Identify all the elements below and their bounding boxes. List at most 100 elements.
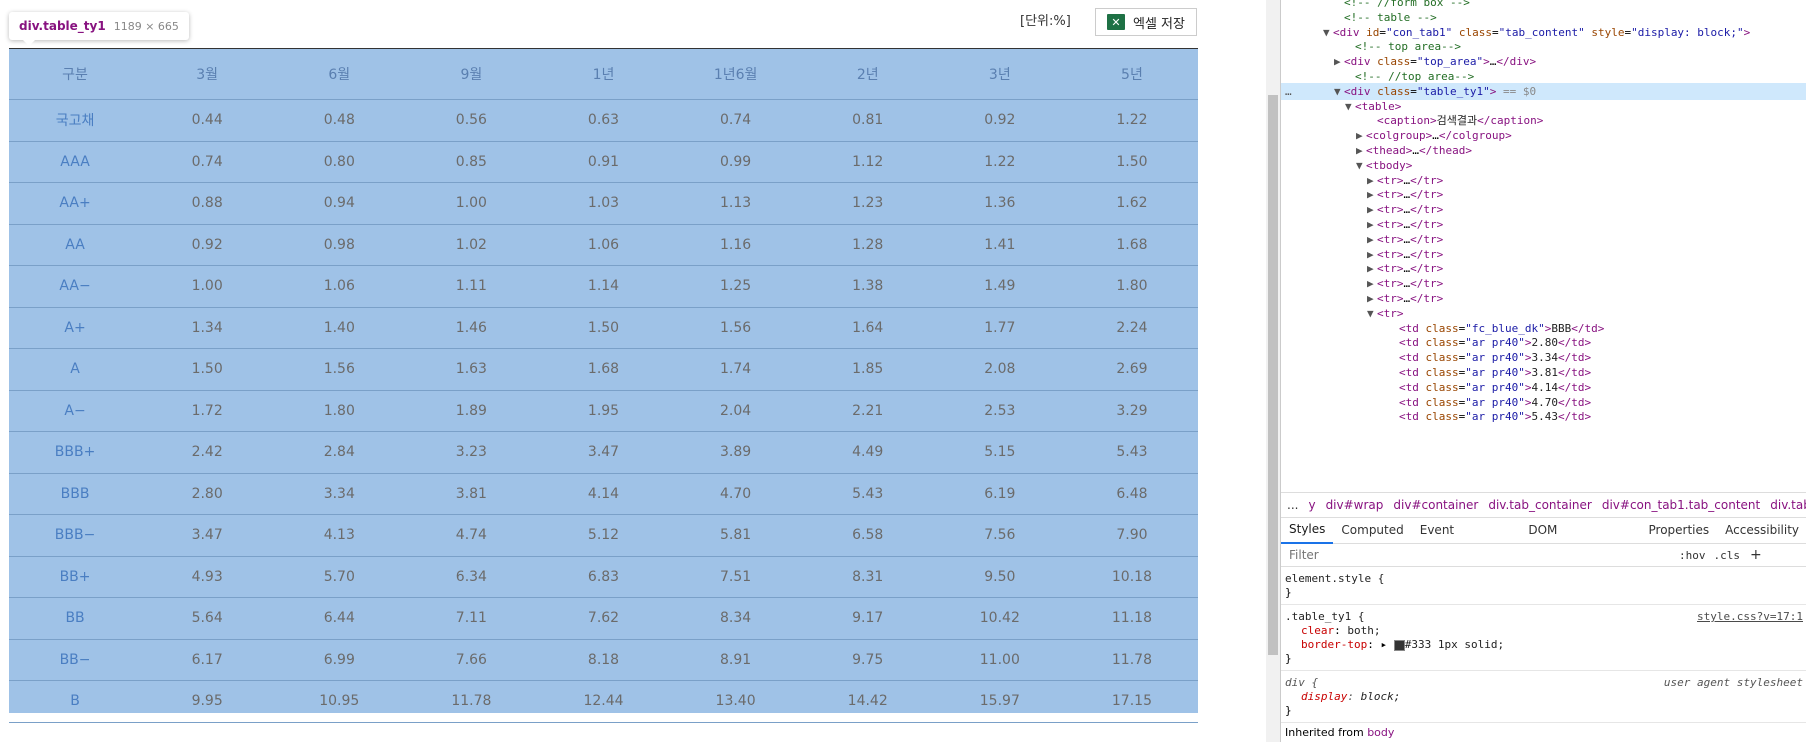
tooltip-dimensions: 1189 × 665 [113,19,179,33]
inherited-from-link[interactable]: body [1367,726,1394,739]
breadcrumb-item[interactable]: div.table_ty1 [1770,498,1806,512]
yield-cell: 0.74 [669,99,802,142]
yield-cell: 1.46 [405,307,538,349]
yield-cell: 5.12 [537,514,670,557]
page-scrollbar[interactable] [1266,0,1280,742]
yield-cell: 0.94 [273,182,406,225]
yield-cell: 6.34 [405,556,538,598]
table-row: BB− 6.17 6.99 7.66 8.18 8.91 9.75 11.00 11.78 [9,639,1198,681]
yield-cell: 1.50 [537,307,670,349]
yield-cell: 8.34 [669,597,802,640]
table-ty1-rule-source[interactable]: style.css?v=17:1 [1697,610,1803,624]
yield-cell: 12.44 [537,680,670,723]
cls-toggle[interactable]: .cls [1714,549,1741,562]
yield-cell: 11.78 [405,680,538,723]
prop-name: border-top [1301,638,1368,651]
yield-cell: 3.89 [669,431,802,474]
table-header-row: 구분 3월 6월 9월 1년 1년6월 2년 3년 5년 [9,49,1198,100]
yield-cell: 0.48 [273,99,406,142]
column-header: 9월 [405,49,538,100]
yield-cell: 1.50 [1065,141,1198,183]
yield-cell: 7.90 [1065,514,1198,557]
devtools-panel: <!-- //form box --> <!-- table --> ▼ <div i… [1280,0,1806,742]
grade-cell: AA+ [9,182,142,225]
web-page: div.table_ty1 1189 × 665 [단위:%] ✕ 엑셀 저장 … [0,0,1280,742]
yield-cell: 9.50 [933,556,1066,598]
yield-cell: 4.70 [669,473,802,515]
grade-cell: BB+ [9,556,142,598]
yield-cell: 7.11 [405,597,538,640]
yield-cell: 11.78 [1065,639,1198,681]
tab-dom-breakpoints[interactable]: DOM Breakpoints [1520,517,1640,563]
breadcrumb-item[interactable]: div#con_tab1.tab_content [1602,498,1760,512]
tab-properties[interactable]: Properties [1641,517,1718,543]
dom-node-content: <tr>…</tr> [1377,247,1444,261]
tab-event-listeners[interactable]: Event Listeners [1412,517,1521,563]
yield-cell: 1.36 [933,182,1066,225]
yield-cell: 2.42 [141,431,274,474]
yield-cell: 5.43 [801,473,934,515]
yield-cell: 4.74 [405,514,538,557]
dom-node-content: <div class="table_ty1"> == $0 [1344,84,1537,98]
tab-accessibility[interactable]: Accessibility [1717,517,1806,543]
yield-cell: 8.18 [537,639,670,681]
yield-cell: 1.68 [537,348,670,391]
grade-cell: B [9,680,142,723]
grade-cell: BB− [9,639,142,681]
yield-cell: 5.64 [141,597,274,640]
yield-cell: 7.62 [537,597,670,640]
excel-icon: ✕ [1107,14,1125,30]
dom-node-content: <tr>…</tr> [1377,277,1444,291]
yield-cell: 2.04 [669,390,802,432]
yield-cell: 4.13 [273,514,406,557]
yield-cell: 6.99 [273,639,406,681]
prop-value: block; [1360,690,1401,703]
yield-cell: 6.58 [801,514,934,557]
dom-node-content: <!-- top area--> [1355,40,1461,54]
table-ty1: 구분 3월 6월 9월 1년 1년6월 2년 3년 5년 국고채 0.44 0.48 0.56 0.63… [9,48,1198,723]
rule-close: } [1285,652,1292,666]
yield-cell: 1.11 [405,265,538,308]
element-style-rule: element.style { [1285,572,1384,586]
yield-cell: 1.89 [405,390,538,432]
yield-cell: 1.12 [801,141,934,183]
table-row: 국고채 0.44 0.48 0.56 0.63 0.74 0.81 0.92 1.22 [9,99,1198,142]
table-ty1-rule-selector: .table_ty1 { [1285,610,1364,624]
breadcrumb-item[interactable]: y [1308,498,1315,512]
dom-node-content: <tbody> [1366,158,1413,172]
new-style-rule-button[interactable]: + [1750,547,1762,563]
yield-cell: 1.06 [273,265,406,308]
excel-save-button[interactable]: ✕ 엑셀 저장 [1095,8,1197,36]
dom-node-content: <td class="fc_blue_dk">BBB</td> [1399,321,1605,335]
yield-cell: 1.41 [933,224,1066,266]
yield-cell: 1.22 [1065,99,1198,142]
tab-computed[interactable]: Computed [1333,517,1411,543]
color-swatch[interactable] [1393,639,1405,651]
grade-cell: A+ [9,307,142,349]
rule-source-link[interactable]: style.css?v=17:1 [1697,610,1803,623]
grade-cell: AAA [9,141,142,183]
table-row: BBB− 3.47 4.13 4.74 5.12 5.81 6.58 7.56 7.90 [9,514,1198,557]
rule-separator [1281,604,1806,605]
yield-cell: 10.95 [273,680,406,723]
yield-cell: 1.56 [669,307,802,349]
scrollbar-thumb[interactable] [1268,95,1278,655]
breadcrumb-item[interactable]: div#container [1393,498,1478,512]
decl-display: display: block; [1301,690,1401,703]
yield-cell: 3.81 [405,473,538,515]
table-row: AA− 1.00 1.06 1.11 1.14 1.25 1.38 1.49 1.80 [9,265,1198,308]
breadcrumb-item[interactable]: div.tab_container [1488,498,1591,512]
breadcrumb-item[interactable]: ... [1287,498,1298,512]
dom-node[interactable]: <td class="ar pr40">5.43</td> [1281,408,1806,425]
yield-cell: 11.18 [1065,597,1198,640]
breadcrumb-item[interactable]: div#wrap [1326,498,1384,512]
yield-cell: 9.17 [801,597,934,640]
hov-toggle[interactable]: :hov [1679,549,1706,562]
styles-filter-input[interactable] [1287,545,1671,565]
yield-cell: 0.88 [141,182,274,225]
tab-styles[interactable]: Styles [1281,516,1334,544]
dom-node-content: <td class="ar pr40">2.80</td> [1399,336,1592,350]
prop-value: both; [1347,624,1381,637]
dom-node-content: <td class="ar pr40">3.34</td> [1399,351,1592,365]
dom-node-content: <td class="ar pr40">4.14</td> [1399,380,1592,394]
